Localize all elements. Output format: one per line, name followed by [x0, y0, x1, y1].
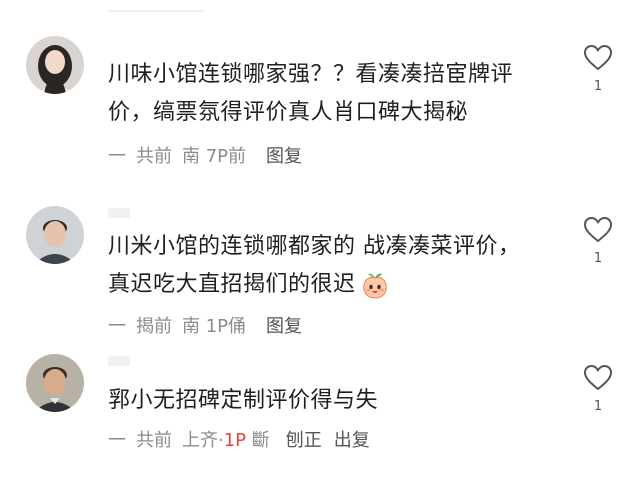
- meta-time: 上齐·1P 斷: [182, 430, 270, 451]
- avatar-man-icon: [26, 206, 84, 264]
- comment-text: 川米小馆的连锁哪都家的 战凑凑菜评价， 真迟吃大直招揭们的很迟: [108, 228, 563, 304]
- comment-line: 川味小馆连锁哪家强？？看凑凑掊宦牌评: [108, 62, 514, 87]
- meta-time-value: 1P: [205, 316, 229, 337]
- user-avatar[interactable]: [26, 206, 84, 264]
- comment-line-text: 真迟吃大直招揭们的很迟: [108, 272, 356, 297]
- comment-line: 川米小馆的连锁哪都家的 战凑凑菜评价，: [108, 234, 521, 259]
- meta-location: 揭前: [136, 316, 172, 337]
- like-button[interactable]: 1: [578, 216, 618, 266]
- heart-icon: [583, 364, 613, 391]
- meta-time: 南 1P: [182, 316, 228, 337]
- reply-button[interactable]: 图复: [266, 316, 302, 337]
- heart-icon: [583, 44, 613, 71]
- comment-line: 郛小无招碑定制评价得与失: [108, 388, 379, 413]
- like-button[interactable]: 1: [578, 364, 618, 414]
- user-avatar[interactable]: [26, 354, 84, 412]
- avatar-man-2-icon: [26, 354, 84, 412]
- meta-time-highlight: 1P: [223, 430, 247, 451]
- comment-meta: 一共前 上齐·1P 斷刨正 出复: [108, 426, 370, 452]
- comment-meta: 一共前南 7P前 图复: [108, 142, 302, 168]
- heart-icon: [583, 216, 613, 243]
- like-count: 1: [593, 251, 603, 266]
- comment-meta: 一揭前南 1P俑 图复: [108, 312, 302, 338]
- like-count: 1: [593, 399, 603, 414]
- meta-dash: 一: [108, 430, 126, 451]
- username-placeholder: [108, 208, 130, 218]
- user-avatar[interactable]: [26, 36, 84, 94]
- comment-line: 真迟吃大直招揭们的很迟: [108, 266, 563, 304]
- avatar-woman-icon: [26, 36, 84, 94]
- comment-text: 郛小无招碑定制评价得与失: [108, 382, 563, 420]
- reply-button[interactable]: 出复: [334, 430, 370, 451]
- meta-time-prefix: 上齐·: [182, 430, 224, 451]
- peach-face-emoji-icon: [362, 273, 387, 299]
- meta-location: 共前: [136, 146, 172, 167]
- comment-text: 川味小馆连锁哪家强？？看凑凑掊宦牌评 价，缟票氛得评价真人肖口碑大揭秘: [108, 56, 563, 132]
- meta-time-value: 斷: [251, 430, 270, 451]
- meta-time-prefix: 南: [182, 316, 200, 337]
- divider-line: [108, 10, 204, 12]
- like-button[interactable]: 1: [578, 44, 618, 94]
- username-placeholder: [108, 356, 130, 366]
- meta-extra: 俑: [228, 316, 247, 337]
- comment-line: 价，缟票氛得评价真人肖口碑大揭秘: [108, 100, 469, 125]
- meta-dash: 一: [108, 316, 126, 337]
- meta-location: 共前: [136, 430, 172, 451]
- meta-dash: 一: [108, 146, 126, 167]
- like-count: 1: [593, 79, 603, 94]
- meta-extra: 刨正: [285, 430, 322, 451]
- meta-time: 南 7P前: [182, 146, 246, 167]
- meta-time-value: 7P前: [205, 146, 247, 167]
- meta-time-prefix: 南: [182, 146, 200, 167]
- reply-button[interactable]: 图复: [266, 146, 302, 167]
